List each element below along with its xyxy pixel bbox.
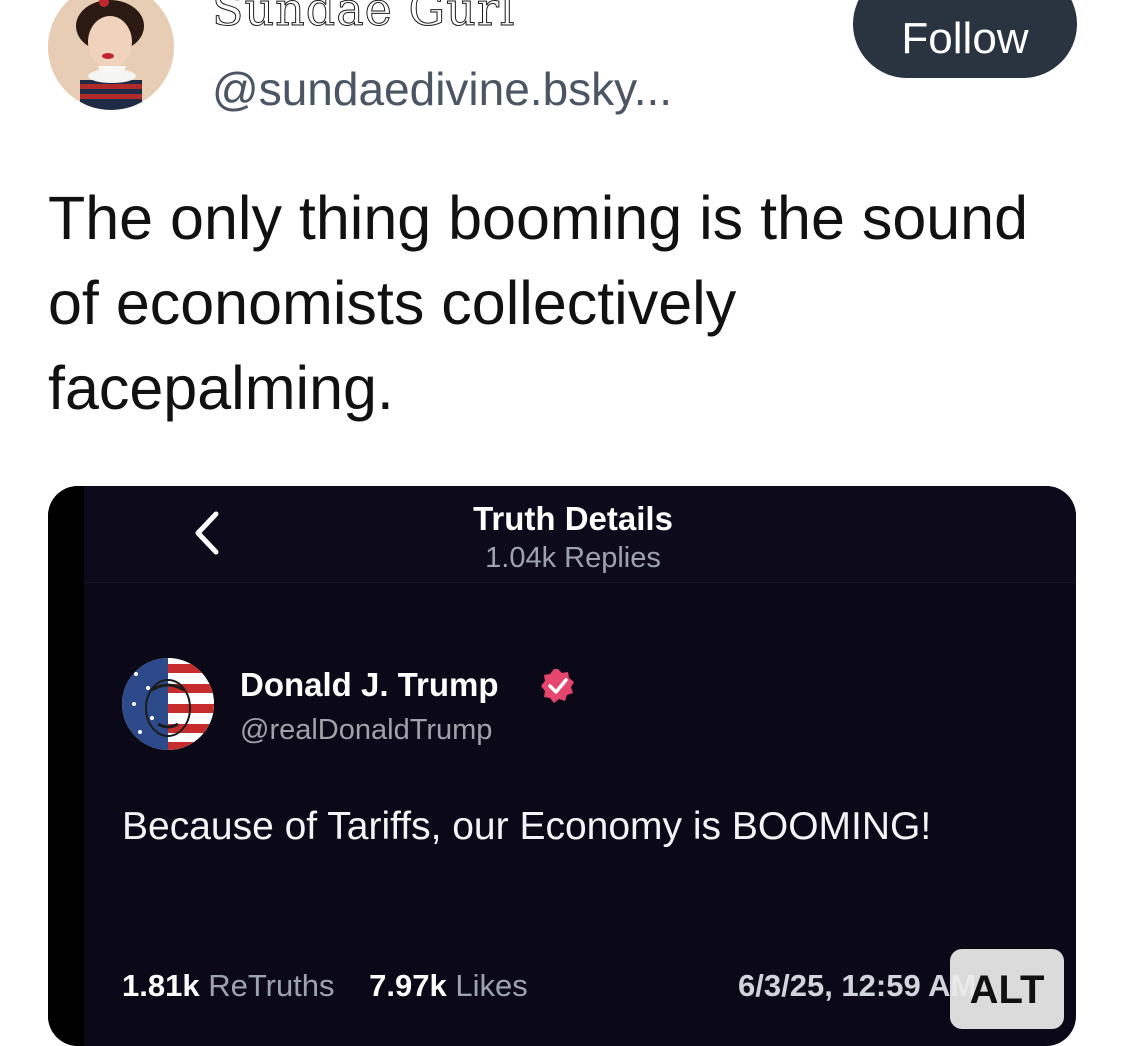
- truth-author-avatar: [122, 658, 214, 750]
- likes-label: Likes: [455, 968, 528, 1003]
- author-avatar[interactable]: [48, 0, 174, 110]
- author-name[interactable]: Sundae Gurl: [212, 0, 516, 37]
- retruths-stat: 1.81k ReTruths: [122, 968, 335, 1004]
- truth-timestamp: 6/3/25, 12:59 AM: [738, 968, 977, 1003]
- truth-stats: 1.81k ReTruths 7.97k Likes: [122, 968, 554, 1004]
- alt-text-badge[interactable]: ALT: [950, 949, 1064, 1029]
- verified-badge-icon: [541, 669, 574, 703]
- truth-details-title: Truth Details: [473, 500, 673, 537]
- truth-author-name: Donald J. Trump: [240, 666, 499, 703]
- truth-author-handle: @realDonaldTrump: [240, 714, 493, 746]
- follow-button[interactable]: Follow: [853, 0, 1077, 78]
- replies-count: 1.04k Replies: [485, 542, 661, 574]
- likes-stat: 7.97k Likes: [369, 968, 528, 1004]
- post-header: Sundae Gurl @sundaedivine.bsky... Follow: [0, 0, 1125, 140]
- retruths-count: 1.81k: [122, 968, 200, 1003]
- author-handle[interactable]: @sundaedivine.bsky...: [212, 62, 672, 116]
- post-text: The only thing booming is the sound of e…: [48, 184, 1029, 422]
- retruths-label: ReTruths: [208, 968, 335, 1003]
- embedded-screenshot[interactable]: Truth Details 1.04k Replies Donald J. Tr…: [48, 486, 1076, 1046]
- truth-text: Because of Tariffs, our Economy is BOOMI…: [122, 805, 932, 848]
- likes-count: 7.97k: [369, 968, 447, 1003]
